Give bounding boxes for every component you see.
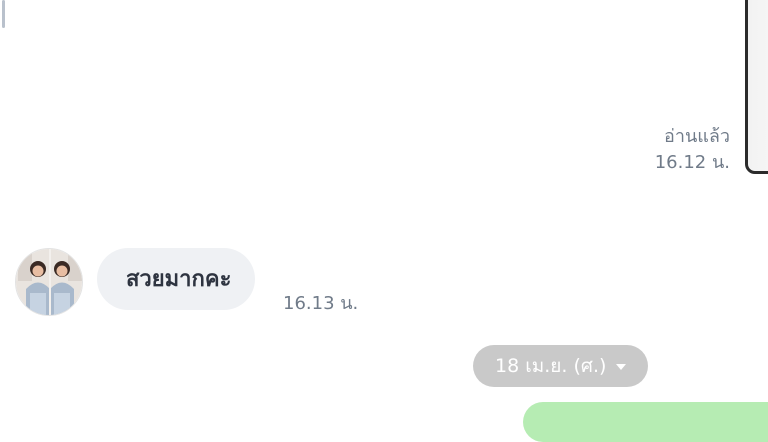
read-status-label: อ่านแล้ว (664, 126, 730, 147)
date-separator-button[interactable]: 18 เม.ย. (ศ.) (473, 345, 649, 387)
date-separator-label: 18 เม.ย. (ศ.) (495, 355, 607, 377)
message-time: 16.13 น. (283, 293, 359, 314)
message-bubble[interactable]: สวยมากคะ (97, 248, 256, 310)
avatar[interactable] (15, 248, 83, 316)
message-text: สวยมากคะ (126, 267, 232, 292)
read-status: อ่านแล้ว 16.12 น. (655, 124, 730, 176)
outgoing-message-bubble[interactable] (523, 402, 768, 442)
read-status-time: 16.12 น. (654, 152, 730, 173)
scroll-indicator[interactable] (2, 0, 5, 28)
avatar-photo (16, 249, 82, 315)
chevron-down-icon (616, 364, 627, 370)
sent-image-thumbnail[interactable] (745, 0, 768, 174)
incoming-message[interactable]: สวยมากคะ (97, 248, 256, 310)
